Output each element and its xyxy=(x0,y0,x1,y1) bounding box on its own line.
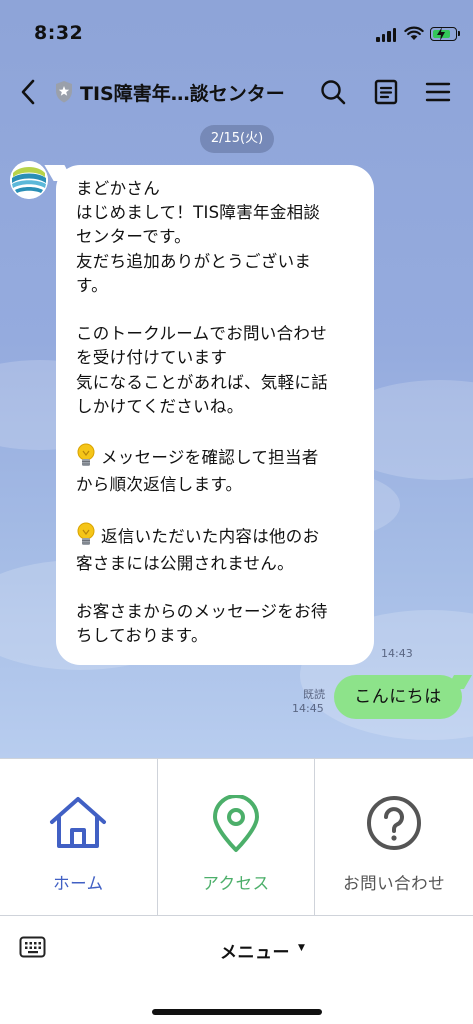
message-line: を受け付けています xyxy=(76,348,228,368)
battery-icon xyxy=(430,27,460,41)
rich-menu-inquiry-label: お問い合わせ xyxy=(343,874,446,893)
message-line: 気になることがあれば、気軽に話 xyxy=(76,372,328,392)
lightbulb-icon xyxy=(77,443,95,467)
rich-menu-access[interactable]: アクセス xyxy=(158,759,316,916)
menu-toggle-label[interactable]: メニュー xyxy=(220,938,290,963)
status-bar: 8:32 xyxy=(0,0,473,64)
rich-menu-home-label: ホーム xyxy=(53,874,104,893)
question-icon xyxy=(367,796,422,850)
rich-menu-inquiry[interactable]: お問い合わせ xyxy=(315,759,473,916)
sent-message-bubble[interactable]: こんにちは xyxy=(334,675,462,719)
caret-down-icon[interactable]: ▼ xyxy=(298,943,305,953)
chat-title[interactable]: TIS障害年…談センター xyxy=(80,79,285,106)
message-line-text: メッセージを確認して担当者 xyxy=(101,448,319,468)
message-line: はじめまして！TIS障害年金相談 xyxy=(76,203,321,223)
received-message-bubble[interactable]: まどかさんはじめまして！TIS障害年金相談 センターです。友だち追加ありがとうござ… xyxy=(56,165,374,665)
home-icon xyxy=(50,797,107,848)
wifi-icon xyxy=(404,26,424,40)
back-button[interactable] xyxy=(16,77,42,107)
message-line: から順次返信します。 xyxy=(76,475,243,495)
shield-badge-icon xyxy=(56,81,72,103)
lightbulb-icon xyxy=(77,522,95,545)
message-line: 返信いただいた内容は他のお xyxy=(76,522,366,552)
message-line: センターです。 xyxy=(76,227,191,247)
message-line: しかけてくださいね。 xyxy=(76,396,244,416)
date-separator: 2/15(火) xyxy=(200,125,274,153)
received-message-text: まどかさんはじめまして！TIS障害年金相談 センターです。友だち追加ありがとうござ… xyxy=(76,177,366,648)
rich-menu: ホーム アクセス お問い合わせ xyxy=(0,758,473,916)
rich-menu-access-label: アクセス xyxy=(202,874,270,893)
message-line: まどかさん xyxy=(76,179,160,198)
message-line: ちしております。 xyxy=(76,626,208,646)
message-line: す。 xyxy=(76,275,108,295)
keyboard-icon[interactable] xyxy=(19,936,46,958)
read-receipt: 既読 xyxy=(303,688,325,701)
message-line: お客さまからのメッセージをお待 xyxy=(76,602,328,622)
location-pin-icon xyxy=(212,795,259,852)
status-time: 8:32 xyxy=(34,22,84,44)
bottom-bar: メニュー ▼ xyxy=(0,917,473,1024)
cellular-signal-icon xyxy=(376,28,396,42)
home-indicator xyxy=(152,1009,322,1015)
rich-menu-home[interactable]: ホーム xyxy=(0,759,158,916)
menu-icon[interactable] xyxy=(423,77,453,107)
search-icon[interactable] xyxy=(318,77,348,107)
message-line: メッセージを確認して担当者 xyxy=(76,443,366,473)
notes-icon[interactable] xyxy=(371,77,401,107)
message-line: 客さまには公開されません。 xyxy=(76,553,294,573)
message-line-text: 返信いただいた内容は他のお xyxy=(101,526,320,546)
sent-message-time: 14:45 xyxy=(292,702,324,715)
received-message-time: 14:43 xyxy=(381,647,413,660)
message-line: 友だち追加ありがとうございま xyxy=(76,251,312,271)
message-line: このトークルームでお問い合わせ xyxy=(76,324,328,344)
avatar[interactable] xyxy=(10,161,48,199)
